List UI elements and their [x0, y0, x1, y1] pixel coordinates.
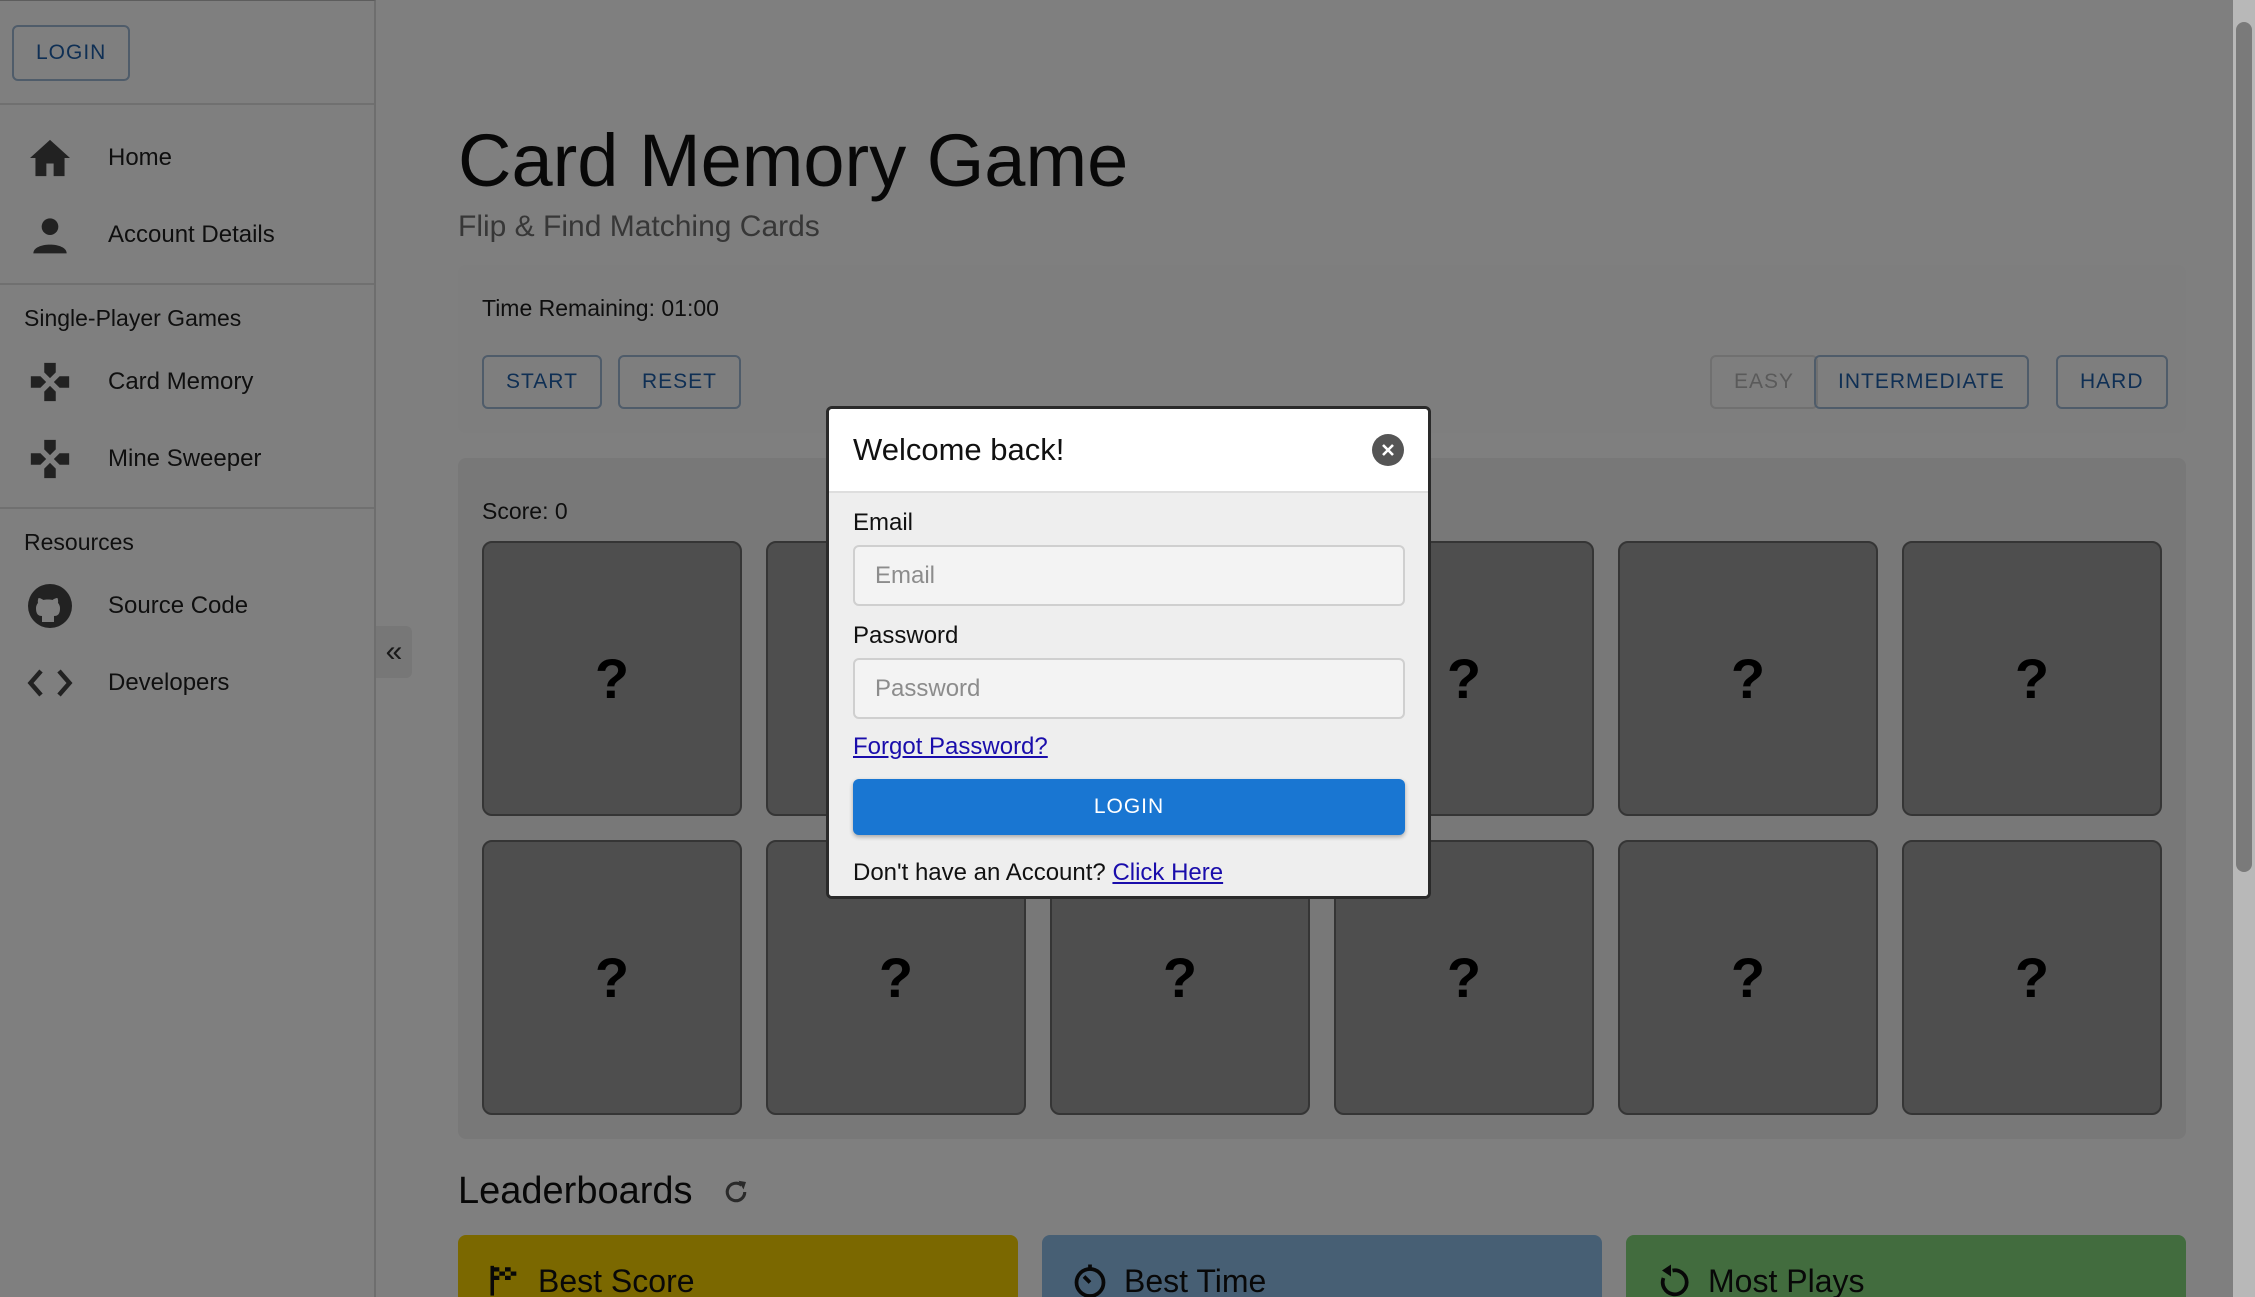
- email-label: Email: [853, 509, 914, 536]
- signup-link[interactable]: Click Here: [1112, 859, 1223, 886]
- password-label: Password: [853, 622, 959, 649]
- close-icon[interactable]: [1372, 434, 1404, 466]
- email-field[interactable]: [853, 545, 1405, 606]
- modal-title: Welcome back!: [853, 432, 1065, 467]
- no-account-text: Don't have an Account?: [853, 859, 1106, 886]
- scrollbar-thumb[interactable]: [2236, 22, 2252, 872]
- page-scrollbar[interactable]: [2233, 0, 2255, 1297]
- password-field[interactable]: [853, 658, 1405, 719]
- login-modal: Welcome back! Email Password Forgot Pass…: [826, 406, 1431, 899]
- forgot-password-link[interactable]: Forgot Password?: [853, 733, 1048, 760]
- app-root: LOGIN Home Account Details Single-Player…: [0, 0, 2255, 1297]
- signup-prompt: Don't have an Account? Click Here: [853, 859, 1404, 887]
- login-submit-button[interactable]: LOGIN: [853, 779, 1405, 835]
- modal-body: Email Password Forgot Password? LOGIN Do…: [829, 493, 1428, 896]
- modal-header: Welcome back!: [829, 409, 1428, 493]
